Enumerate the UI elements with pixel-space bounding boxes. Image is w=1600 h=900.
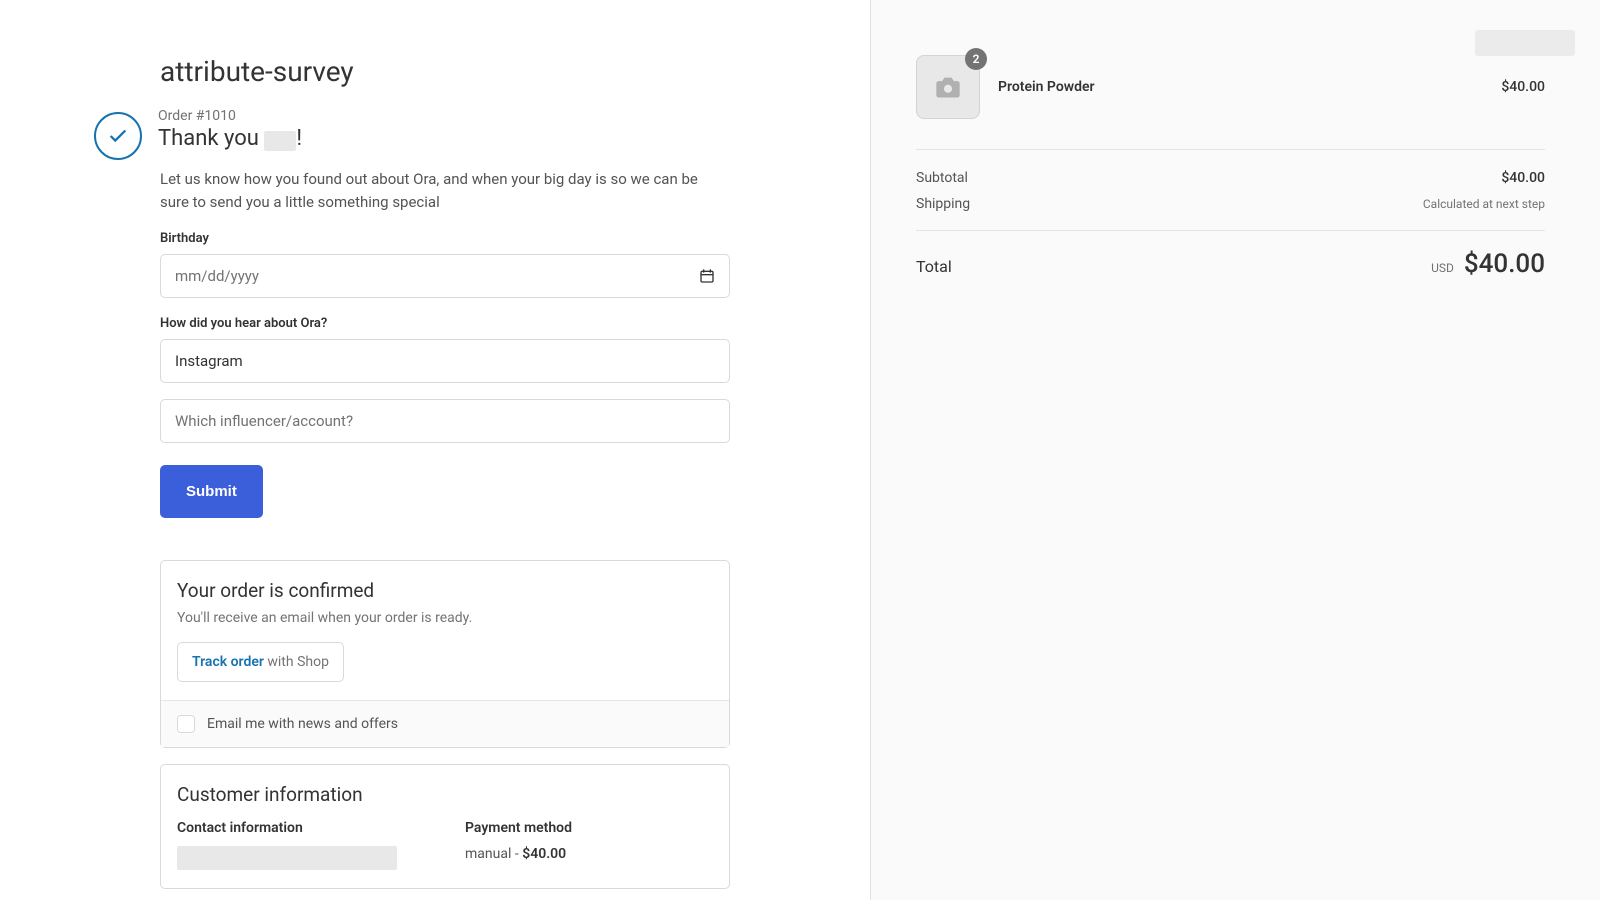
product-image-placeholder: 2 [916,55,980,119]
subtotal-value: $40.00 [1501,170,1545,186]
order-confirmed-card: Your order is confirmed You'll receive a… [160,560,730,748]
main-content: attribute-survey Order #1010 Thank you !… [0,0,870,900]
cart-item: 2 Protein Powder $40.00 [916,55,1545,150]
newsletter-label: Email me with news and offers [207,716,398,732]
redacted-top-right [1475,30,1575,56]
total-value: $40.00 [1464,249,1545,279]
submit-button[interactable]: Submit [160,465,263,518]
page-title: attribute-survey [160,55,810,88]
total-currency: USD [1431,261,1454,275]
order-summary-panel: 2 Protein Powder $40.00 Subtotal $40.00 … [870,0,1600,900]
confirmed-subtext: You'll receive an email when your order … [177,610,713,626]
check-circle-icon [94,112,142,160]
source-label: How did you hear about Ora? [160,316,810,331]
newsletter-checkbox[interactable] [177,715,195,733]
payment-method-label: Payment method [465,820,713,836]
summary-divider [916,230,1545,231]
total-row: Total USD $40.00 [916,249,1545,279]
quantity-badge: 2 [965,48,987,70]
subtotal-row: Subtotal $40.00 [916,170,1545,186]
shipping-note: Calculated at next step [1423,197,1545,211]
thank-you-text: Thank you ! [158,126,302,151]
contact-info-label: Contact information [177,820,425,836]
customer-info-title: Customer information [177,783,713,806]
payment-method-value: manual - $40.00 [465,846,713,862]
product-name: Protein Powder [998,79,1483,95]
product-price: $40.00 [1501,79,1545,95]
confirmed-title: Your order is confirmed [177,579,713,602]
shipping-row: Shipping Calculated at next step [916,196,1545,212]
customer-info-card: Customer information Contact information… [160,764,730,889]
birthday-input[interactable]: mm/dd/yyyy [160,254,730,298]
camera-icon [934,75,962,99]
birthday-label: Birthday [160,231,810,246]
survey-intro: Let us know how you found out about Ora,… [160,168,720,213]
newsletter-row: Email me with news and offers [161,700,729,747]
subtotal-label: Subtotal [916,170,968,186]
influencer-input[interactable]: Which influencer/account? [160,399,730,443]
thank-you-header: Order #1010 Thank you ! [160,108,810,160]
order-number: Order #1010 [158,108,302,124]
source-input[interactable]: Instagram [160,339,730,383]
redacted-contact [177,846,397,870]
shipping-label: Shipping [916,196,970,212]
redacted-name [264,131,296,151]
track-order-button[interactable]: Track order with Shop [177,642,344,682]
calendar-icon [699,268,715,284]
total-label: Total [916,257,952,276]
